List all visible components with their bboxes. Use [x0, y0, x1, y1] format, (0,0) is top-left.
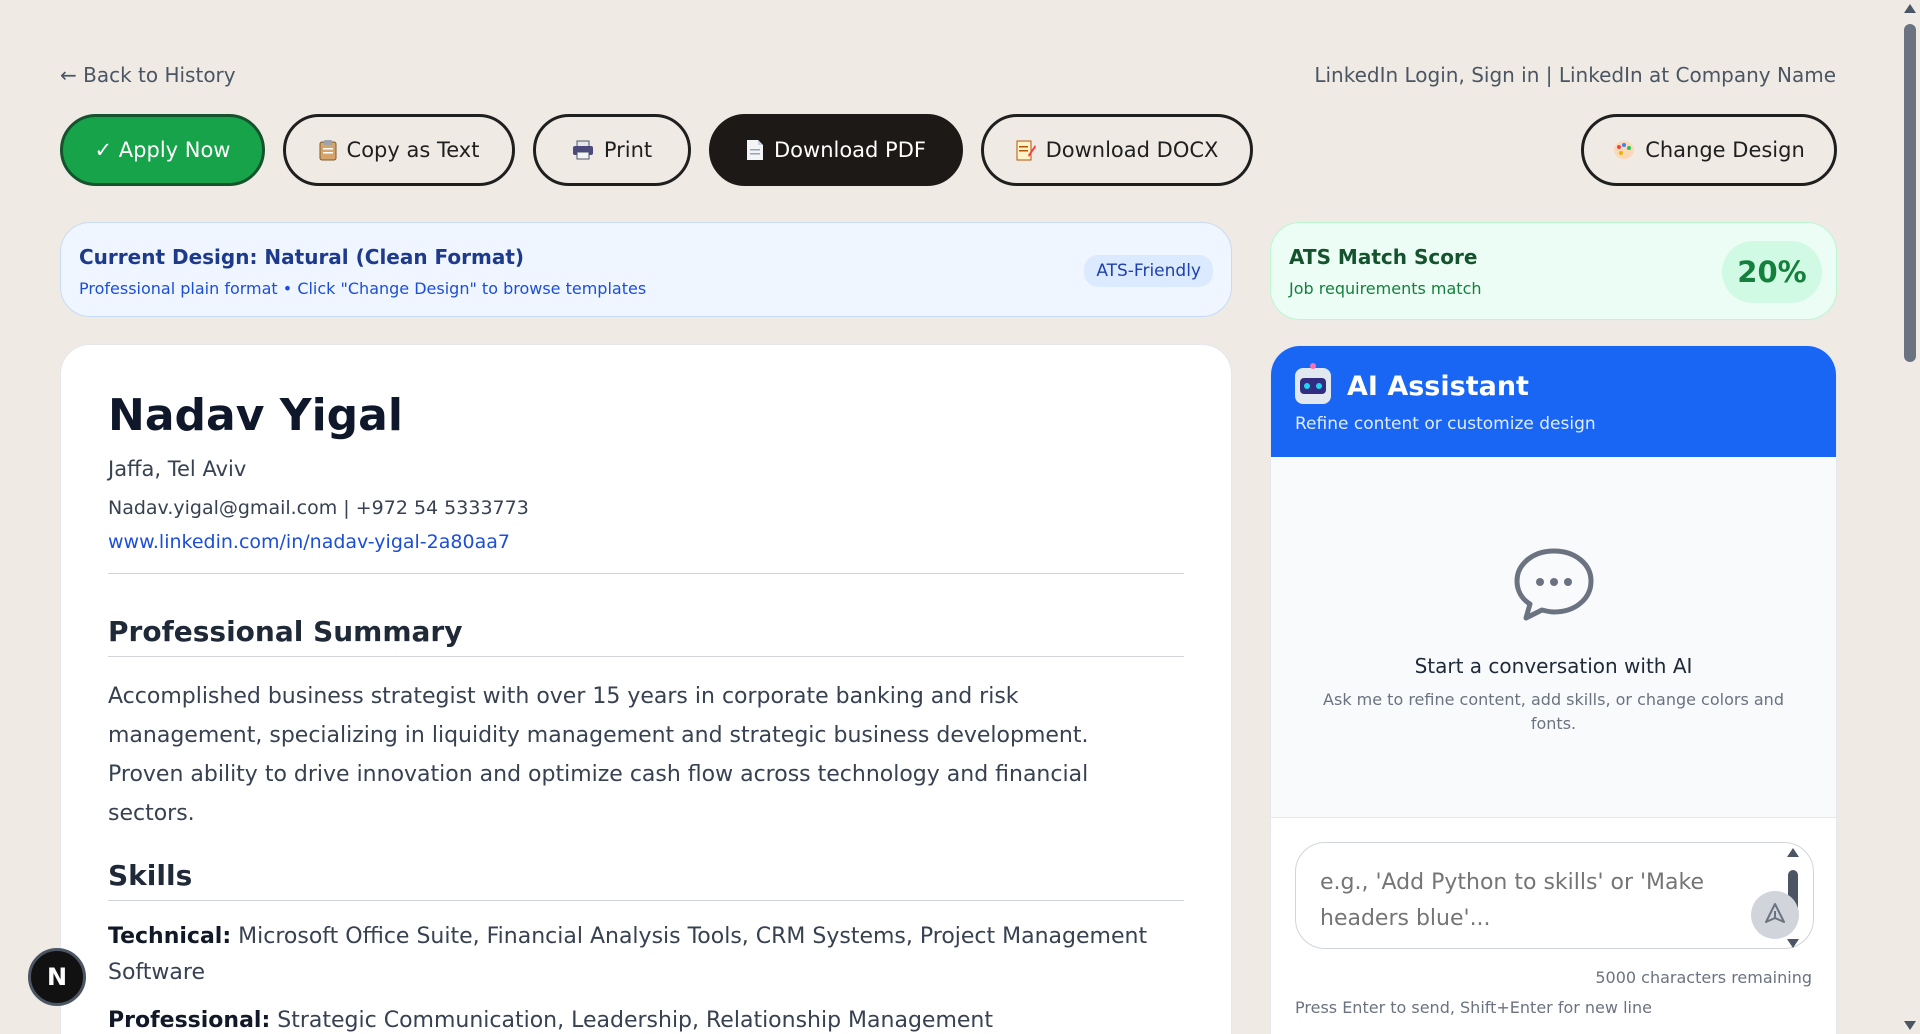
ai-assistant-subtitle: Refine content or customize design [1295, 414, 1596, 434]
skill-label: Professional: [108, 1008, 271, 1033]
next-dev-badge[interactable]: N [28, 948, 86, 1006]
download-docx-label: Download DOCX [1045, 138, 1219, 162]
resume-contact: Nadav.yigal@gmail.com | +972 54 5333773 [108, 497, 529, 519]
print-label: Print [603, 138, 653, 162]
ai-assistant-header: AI Assistant Refine content or customize… [1271, 346, 1836, 457]
back-to-history-link[interactable]: ← Back to History [60, 63, 236, 87]
resume-linkedin-link[interactable]: www.linkedin.com/in/nadav-yigal-2a80aa7 [108, 531, 510, 553]
header-divider [108, 573, 1184, 574]
ai-assistant-title: AI Assistant [1347, 370, 1529, 402]
scroll-thumb[interactable] [1904, 24, 1916, 362]
professional-summary-heading: Professional Summary [108, 615, 1184, 657]
change-design-button[interactable]: Change Design [1581, 114, 1837, 186]
memo-icon [1016, 139, 1036, 161]
document-icon [746, 139, 764, 161]
current-design-banner: Current Design: Natural (Clean Format) P… [60, 222, 1232, 317]
professional-summary-text: Accomplished business strategist with ov… [108, 684, 1089, 826]
skill-value: Microsoft Office Suite, Financial Analys… [108, 924, 1148, 985]
skills-heading: Skills [108, 859, 1184, 901]
change-design-label: Change Design [1645, 138, 1805, 162]
ai-empty-description: Ask me to refine content, add skills, or… [1323, 690, 1784, 733]
resume-location: Jaffa, Tel Aviv [108, 457, 247, 481]
skill-line-professional: Professional: Strategic Communication, L… [108, 1003, 1168, 1034]
palette-icon [1613, 140, 1635, 160]
ats-score-value: 20% [1722, 241, 1822, 303]
resume-name: Nadav Yigal [108, 390, 403, 441]
copy-as-text-label: Copy as Text [346, 138, 480, 162]
clipboard-icon [319, 139, 337, 161]
download-pdf-button[interactable]: Download PDF [709, 114, 963, 186]
ats-match-score-card: ATS Match Score Job requirements match 2… [1270, 222, 1837, 320]
skill-label: Technical: [108, 924, 232, 949]
send-button[interactable] [1751, 891, 1799, 939]
skill-line-technical: Technical: Microsoft Office Suite, Finan… [108, 919, 1168, 991]
ai-empty-state: Start a conversation with AI Ask me to r… [1271, 546, 1836, 736]
input-hint: Press Enter to send, Shift+Enter for new… [1295, 998, 1652, 1017]
ai-assistant-panel: AI Assistant Refine content or customize… [1270, 345, 1837, 1034]
printer-icon [572, 140, 594, 160]
copy-as-text-button[interactable]: Copy as Text [283, 114, 515, 186]
scroll-up-icon[interactable] [1904, 4, 1916, 13]
apply-now-button[interactable]: ✓ Apply Now [60, 114, 265, 186]
current-design-subtitle: Professional plain format • Click "Chang… [79, 279, 647, 298]
ai-empty-heading: Start a conversation with AI [1414, 654, 1693, 678]
chat-bubble-icon [1271, 546, 1836, 626]
page: ← Back to History LinkedIn Login, Sign i… [0, 0, 1920, 1034]
ai-message-input[interactable] [1295, 842, 1814, 949]
ai-input-area: 5000 characters remaining Press Enter to… [1271, 817, 1836, 1034]
characters-remaining: 5000 characters remaining [1595, 968, 1812, 987]
current-design-title: Current Design: Natural (Clean Format) [79, 245, 525, 269]
apply-now-label: ✓ Apply Now [94, 138, 231, 162]
page-scrollbar[interactable] [1900, 0, 1920, 1034]
print-button[interactable]: Print [533, 114, 691, 186]
skill-value: Strategic Communication, Leadership, Rel… [277, 1008, 993, 1033]
robot-icon [1295, 363, 1331, 404]
scroll-down-icon[interactable] [1904, 1021, 1916, 1030]
send-icon [1764, 902, 1786, 928]
download-pdf-label: Download PDF [774, 138, 926, 162]
resume-preview: Nadav Yigal Jaffa, Tel Aviv Nadav.yigal@… [60, 344, 1232, 1034]
job-title: LinkedIn Login, Sign in | LinkedIn at Co… [1314, 63, 1836, 87]
download-docx-button[interactable]: Download DOCX [981, 114, 1253, 186]
ats-friendly-badge: ATS-Friendly [1084, 255, 1213, 287]
